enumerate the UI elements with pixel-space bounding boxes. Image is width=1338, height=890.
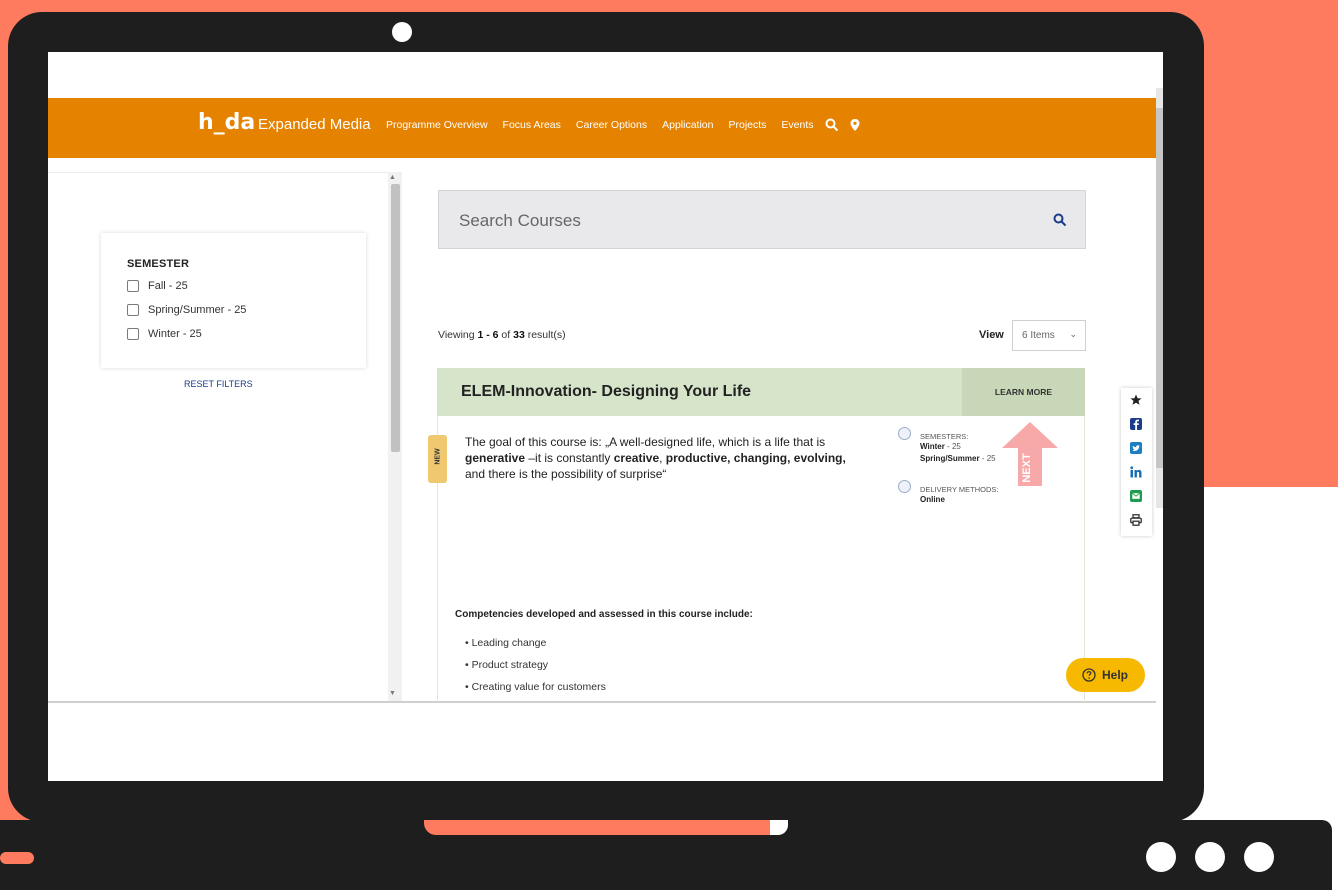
desc-text: The goal of this course is: „A well-desi… <box>465 435 826 449</box>
learn-more-label: LEARN MORE <box>994 387 1053 397</box>
nav-events[interactable]: Events <box>781 119 813 131</box>
new-badge-label: NEW <box>434 448 442 465</box>
semester-count: - 25 <box>944 442 961 451</box>
course-card-header: ELEM-Innovation- Designing Your Life LEA… <box>437 368 1085 416</box>
semester-count: - 25 <box>979 454 996 463</box>
question-circle-icon <box>1082 668 1096 682</box>
checkbox[interactable] <box>127 304 139 316</box>
semester-name: Spring/Summer <box>920 454 980 463</box>
chevron-down-icon: ⌄ <box>1069 329 1077 339</box>
twitter-icon[interactable] <box>1130 442 1142 454</box>
top-navbar: h_da Expanded Media Programme Overview F… <box>48 98 1156 158</box>
search-placeholder: Search Courses <box>459 211 581 230</box>
delivery-value: Online <box>920 495 945 504</box>
competency-item: • Leading change <box>465 637 547 649</box>
course-description: The goal of this course is: „A well-desi… <box>465 434 855 482</box>
select-value: 6 Items <box>1022 330 1055 341</box>
course-title[interactable]: ELEM-Innovation- Designing Your Life <box>461 383 751 401</box>
delivery-icon <box>898 480 911 493</box>
filter-option-spring-summer[interactable]: Spring/Summer - 25 <box>127 304 246 316</box>
filter-option-winter[interactable]: Winter - 25 <box>127 328 202 340</box>
scroll-down-arrow-icon[interactable]: ▼ <box>389 690 396 697</box>
location-pin-icon[interactable] <box>848 118 862 132</box>
search-icon[interactable] <box>825 118 839 132</box>
brand-subtitle[interactable]: Expanded Media <box>258 116 371 133</box>
laptop-camera <box>392 22 412 42</box>
decor-dot <box>1195 842 1225 872</box>
competency-text: Product strategy <box>471 659 549 671</box>
help-label: Help <box>1102 668 1129 682</box>
nav-projects[interactable]: Projects <box>728 119 766 131</box>
results-of: of <box>498 329 514 341</box>
results-range: 1 - 6 <box>477 329 499 341</box>
results-count: Viewing 1 - 6 of 33 result(s) <box>438 329 566 341</box>
competency-text: Leading change <box>471 637 547 649</box>
filter-option-label: Winter - 25 <box>148 328 202 340</box>
decor-dot <box>1244 842 1274 872</box>
desc-bold: creative <box>613 451 660 465</box>
next-label: NEXT <box>1021 453 1033 483</box>
search-input[interactable]: Search Courses <box>438 190 1086 249</box>
print-icon[interactable] <box>1130 514 1142 526</box>
checkbox[interactable] <box>127 280 139 292</box>
nav-programme-overview[interactable]: Programme Overview <box>386 119 488 131</box>
semester-filter-card: SEMESTER Fall - 25 Spring/Summer - 25 Wi… <box>101 233 366 368</box>
competency-item: • Creating value for customers <box>465 681 606 693</box>
view-label: View <box>979 329 1004 341</box>
competency-text: Creating value for customers <box>471 681 606 693</box>
semester-value: Winter - 25 <box>920 442 961 451</box>
decor-dot <box>1146 842 1176 872</box>
filter-option-label: Fall - 25 <box>148 280 188 292</box>
desc-text: and there is the possibility of surprise… <box>465 467 667 481</box>
items-per-page-select[interactable]: 6 Items ⌄ <box>1012 320 1086 351</box>
competency-item: • Product strategy <box>465 659 549 671</box>
new-badge: NEW <box>428 435 447 483</box>
filter-scrollbar-thumb[interactable] <box>391 184 400 452</box>
competencies-heading: Competencies developed and assessed in t… <box>455 609 753 620</box>
results-total: 33 <box>513 329 525 341</box>
nav-career-options[interactable]: Career Options <box>576 119 647 131</box>
checkbox[interactable] <box>127 328 139 340</box>
calendar-icon <box>898 427 911 440</box>
desc-bold: productive, changing, evolving, <box>665 451 846 465</box>
search-icon[interactable] <box>1053 213 1067 227</box>
desc-bold: generative <box>465 451 526 465</box>
semester-name: Winter <box>920 442 945 451</box>
help-button[interactable]: Help <box>1066 658 1145 692</box>
next-arrow-overlay[interactable]: NEXT <box>1001 420 1059 488</box>
filter-option-label: Spring/Summer - 25 <box>148 304 247 316</box>
laptop-screen: h_da Expanded Media Programme Overview F… <box>48 52 1163 781</box>
nav-links: Programme Overview Focus Areas Career Op… <box>386 119 814 131</box>
learn-more-button[interactable]: LEARN MORE <box>962 368 1085 416</box>
star-icon[interactable] <box>1130 394 1142 406</box>
nav-focus-areas[interactable]: Focus Areas <box>503 119 561 131</box>
filter-heading: SEMESTER <box>127 258 190 270</box>
desc-text: , <box>659 451 666 465</box>
results-suffix: result(s) <box>524 329 566 341</box>
nav-application[interactable]: Application <box>662 119 713 131</box>
decor-pill <box>0 852 34 864</box>
facebook-icon[interactable] <box>1130 418 1142 430</box>
linkedin-icon[interactable] <box>1130 466 1142 478</box>
divider <box>48 172 388 173</box>
delivery-label: DELIVERY METHODS: <box>920 485 999 494</box>
results-prefix: Viewing <box>438 329 478 341</box>
scroll-up-arrow-icon[interactable]: ▲ <box>389 174 396 181</box>
page-scrollbar-thumb[interactable] <box>1156 108 1163 468</box>
semester-value: Spring/Summer - 25 <box>920 454 996 463</box>
filter-option-fall[interactable]: Fall - 25 <box>127 280 188 292</box>
desc-text: –it is constantly <box>525 451 614 465</box>
semesters-label: SEMESTERS: <box>920 432 969 441</box>
laptop-base-notch <box>424 820 788 835</box>
brand-logo[interactable]: h_da <box>198 110 255 135</box>
share-bar <box>1121 388 1152 536</box>
reset-filters-link[interactable]: RESET FILTERS <box>184 379 253 389</box>
email-icon[interactable] <box>1130 490 1142 502</box>
